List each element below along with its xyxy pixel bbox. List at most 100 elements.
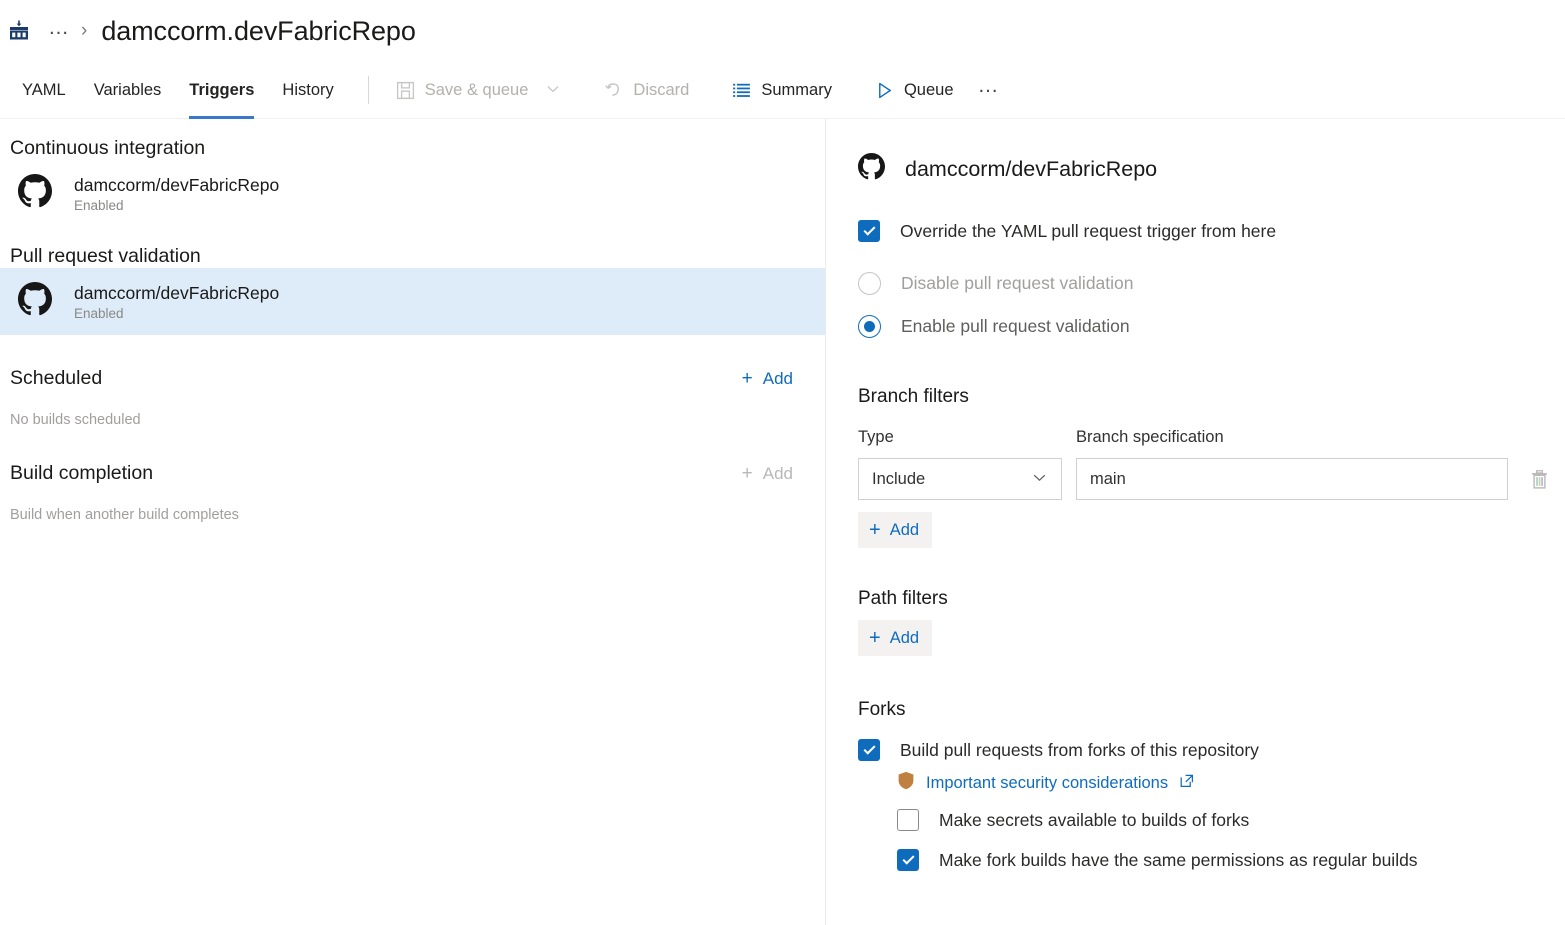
triggers-list-pane: Continuous integration damccorm/devFabri… [0,119,826,925]
branch-filter-type-select[interactable]: Include [858,458,1062,500]
disable-validation-label: Disable pull request validation [901,273,1134,294]
build-forks-label: Build pull requests from forks of this r… [900,740,1259,761]
discard-button[interactable]: Discard [593,73,699,108]
enable-validation-label: Enable pull request validation [901,316,1130,337]
forks-heading: Forks [858,699,1565,721]
add-path-filter-button[interactable]: + Add [858,620,932,656]
security-considerations-link[interactable]: Important security considerations [926,774,1168,793]
tab-triggers[interactable]: Triggers [175,62,268,119]
chevron-down-icon[interactable] [545,81,561,100]
save-icon [395,80,416,101]
toolbar-more-button[interactable]: … [964,75,1015,105]
details-header: damccorm/devFabricRepo [858,153,1565,185]
section-scheduled: Scheduled + Add [0,335,825,390]
override-yaml-trigger-row[interactable]: Override the YAML pull request trigger f… [858,220,1565,242]
add-scheduled-trigger-button[interactable]: + Add [742,369,793,389]
branch-filters-heading: Branch filters [858,386,1565,408]
radio-dot-icon [864,321,875,332]
trigger-name: damccorm/devFabricRepo [74,283,279,304]
branch-filter-type-label: Type [858,428,1076,447]
trigger-info: damccorm/devFabricRepo Enabled [74,175,279,213]
tab-yaml[interactable]: YAML [8,62,80,119]
fork-secrets-checkbox[interactable] [897,809,919,831]
disable-validation-radio[interactable] [858,272,881,295]
build-completion-empty-text: Build when another build completes [0,485,825,523]
toolbar-divider [368,76,369,104]
fork-secrets-label: Make secrets available to builds of fork… [939,810,1249,831]
override-yaml-trigger-label: Override the YAML pull request trigger f… [900,221,1276,242]
fork-secrets-row[interactable]: Make secrets available to builds of fork… [897,809,1565,831]
details-repo-title: damccorm/devFabricRepo [905,157,1157,182]
plus-icon: + [869,520,881,540]
plus-icon: + [869,628,881,648]
github-icon [18,282,52,321]
summary-label: Summary [761,81,832,100]
override-yaml-trigger-checkbox[interactable] [858,220,880,242]
summary-icon [731,80,752,101]
trigger-details-pane: damccorm/devFabricRepo Override the YAML… [826,119,1565,925]
plus-icon: + [742,369,753,388]
summary-button[interactable]: Summary [721,73,842,108]
section-pull-request-validation-heading: Pull request validation [0,227,825,268]
save-and-queue-button[interactable]: Save & queue [385,73,572,108]
github-icon [18,174,52,213]
fork-permissions-row[interactable]: Make fork builds have the same permissio… [897,849,1565,871]
delete-branch-filter-button[interactable] [1524,464,1554,494]
enable-validation-row[interactable]: Enable pull request validation [858,315,1565,338]
save-and-queue-label: Save & queue [425,81,529,100]
check-icon [863,743,875,755]
branch-filter-labels: Type Branch specification [858,428,1565,447]
security-considerations-row[interactable]: Important security considerations [897,771,1565,795]
github-icon [858,153,885,185]
queue-label: Queue [904,81,954,100]
branch-specification-input[interactable] [1076,458,1508,500]
content-body: Continuous integration damccorm/devFabri… [0,119,1565,925]
section-scheduled-heading: Scheduled [10,367,102,390]
branch-filter-row: Include [858,458,1565,500]
pipeline-icon [6,18,32,44]
trigger-info: damccorm/devFabricRepo Enabled [74,283,279,321]
scheduled-empty-text: No builds scheduled [0,390,825,428]
section-build-completion-heading: Build completion [10,462,153,485]
trigger-row-continuous-integration[interactable]: damccorm/devFabricRepo Enabled [0,160,825,227]
enable-validation-radio[interactable] [858,315,881,338]
check-icon [863,224,875,236]
tab-variables[interactable]: Variables [80,62,176,119]
trigger-row-pull-request-validation[interactable]: damccorm/devFabricRepo Enabled [0,268,825,335]
tab-history[interactable]: History [268,62,347,119]
validation-radio-group: Disable pull request validation Enable p… [858,272,1565,338]
path-filters-heading: Path filters [858,588,1565,610]
build-forks-checkbox[interactable] [858,739,880,761]
undo-icon [603,80,624,101]
discard-label: Discard [633,81,689,100]
page-title: damccorm.devFabricRepo [101,16,415,47]
breadcrumb: … › damccorm.devFabricRepo [0,0,1565,62]
breadcrumb-ellipsis[interactable]: … [48,17,71,45]
fork-permissions-checkbox[interactable] [897,849,919,871]
breadcrumb-chevron-icon: › [81,20,87,42]
trigger-name: damccorm/devFabricRepo [74,175,279,196]
chevron-down-icon [1031,469,1048,489]
build-forks-row[interactable]: Build pull requests from forks of this r… [858,739,1565,761]
section-continuous-integration-heading: Continuous integration [0,119,825,160]
fork-permissions-label: Make fork builds have the same permissio… [939,850,1418,871]
add-build-completion-button[interactable]: + Add [742,464,793,484]
trigger-status: Enabled [74,306,279,321]
play-icon [874,80,895,101]
check-icon [902,853,914,865]
shield-icon [897,771,915,795]
external-link-icon [1179,773,1195,794]
section-build-completion: Build completion + Add [0,428,825,485]
queue-button[interactable]: Queue [864,73,964,108]
add-build-completion-label: Add [763,464,793,484]
branch-filter-type-value: Include [872,470,925,489]
add-branch-filter-label: Add [890,521,919,540]
plus-icon: + [742,464,753,483]
add-path-filter-label: Add [890,629,919,648]
add-branch-filter-button[interactable]: + Add [858,512,932,548]
disable-validation-row[interactable]: Disable pull request validation [858,272,1565,295]
toolbar: YAML Variables Triggers History Save & q… [0,62,1565,119]
add-scheduled-label: Add [763,369,793,389]
trigger-status: Enabled [74,198,279,213]
branch-specification-label: Branch specification [1076,428,1224,447]
